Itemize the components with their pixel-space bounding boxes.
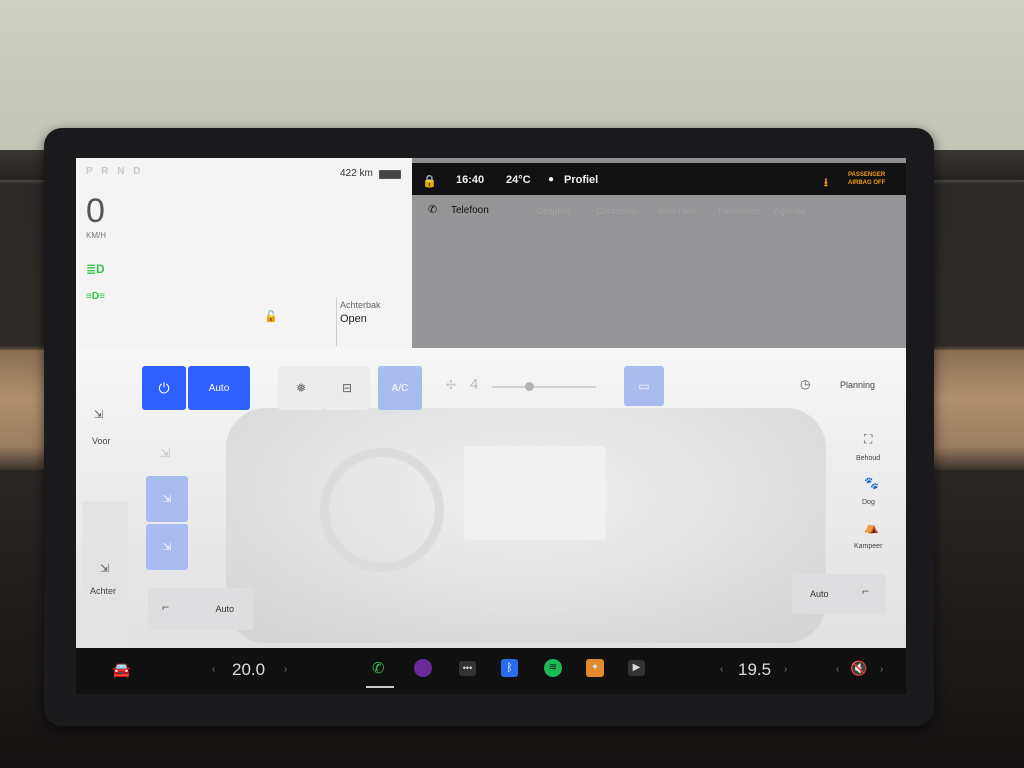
- outside-temp: 24°C: [506, 174, 531, 186]
- lock-icon[interactable]: 🔒: [422, 174, 437, 188]
- rear-zone-tab[interactable]: [82, 502, 128, 648]
- phone-tab[interactable]: Berichten: [658, 206, 696, 216]
- phone-tab[interactable]: Contacten: [596, 206, 637, 216]
- trunk-label: Achterbak: [340, 300, 381, 310]
- fan-slider-handle[interactable]: [525, 382, 534, 391]
- clock: 16:40: [456, 174, 485, 186]
- right-temp-up[interactable]: ›: [784, 664, 787, 675]
- more-apps-icon[interactable]: •••: [459, 661, 476, 676]
- keep-climate-icon[interactable]: ⛶: [864, 432, 872, 447]
- speed-value: 0: [86, 192, 105, 230]
- keep-climate-label[interactable]: Behoud: [856, 455, 880, 462]
- bottom-dock: 🚘 ‹ 20.0 › ✆ ••• ᛒ ≋ ✦ ▶ ‹ 19.5 › ‹ 🔇 ›: [76, 648, 906, 694]
- phone-icon: ✆: [428, 204, 438, 216]
- front-defrost-button[interactable]: ❅: [278, 366, 324, 410]
- right-seat-heat-label: Auto: [810, 589, 829, 599]
- trunk-status[interactable]: Open: [340, 313, 367, 325]
- right-seat-heat-button[interactable]: Auto: [792, 574, 886, 614]
- car-status-panel: P R N D 0 KM/H 422 km ≣D ≡D≡ 🔓 Achterbak…: [76, 158, 412, 348]
- ac-button[interactable]: A/C: [378, 366, 422, 410]
- climate-panel: ⏻ Auto ❅ ⊟ A/C ✣ 4 ▭ ◷ Planning ⇲ Voor ⇲…: [76, 348, 906, 648]
- left-temp-down[interactable]: ‹: [212, 664, 215, 675]
- climate-auto-button[interactable]: Auto: [188, 366, 250, 410]
- download-icon[interactable]: ⭳: [824, 174, 828, 193]
- phone-app-icon[interactable]: ✆: [372, 659, 385, 677]
- airbag-status: PASSENGER AIRBAG OFF: [848, 172, 886, 186]
- camera-icon[interactable]: [414, 659, 432, 677]
- seat-icon: ⌐: [162, 600, 170, 614]
- trunk-divider: [336, 298, 337, 346]
- phone-tab[interactable]: Favorieten: [718, 206, 761, 216]
- speed-unit: KM/H: [86, 231, 106, 240]
- parking-light-icon: ≡D≡: [86, 291, 105, 302]
- dog-mode-label[interactable]: Dog: [862, 499, 875, 506]
- profile-icon[interactable]: ●: [548, 174, 554, 185]
- planning-label[interactable]: Planning: [840, 380, 875, 390]
- car-icon[interactable]: 🚘: [112, 661, 131, 679]
- airflow-face-icon[interactable]: ⇲: [160, 446, 170, 460]
- active-app-indicator: [366, 686, 394, 688]
- clock-icon[interactable]: ◷: [800, 377, 810, 391]
- steering-wheel-image: [320, 448, 444, 572]
- volume-up[interactable]: ›: [880, 664, 883, 675]
- phone-title: Telefoon: [451, 205, 489, 216]
- dog-mode-icon[interactable]: 🐾: [864, 476, 879, 490]
- bluetooth-icon[interactable]: ᛒ: [501, 659, 518, 677]
- rear-zone-label[interactable]: Achter: [90, 586, 116, 596]
- rear-defrost-button[interactable]: ⊟: [324, 366, 370, 410]
- rear-airflow-icon[interactable]: ⇲: [100, 562, 109, 575]
- status-bar: 🔒 16:40 24°C ● Profiel ⭳ PASSENGER AIRBA…: [412, 163, 906, 195]
- airflow-body-button[interactable]: ⇲: [146, 476, 188, 522]
- camp-mode-icon[interactable]: ⛺: [864, 520, 879, 534]
- unlock-icon[interactable]: 🔓: [264, 310, 278, 323]
- airflow-feet-button[interactable]: ⇲: [146, 524, 188, 570]
- left-temp-up[interactable]: ›: [284, 664, 287, 675]
- seat-icon: ⌐: [862, 584, 870, 598]
- right-temp-down[interactable]: ‹: [720, 664, 723, 675]
- phone-tab[interactable]: Agenda: [774, 206, 805, 216]
- climate-power-button[interactable]: ⏻: [142, 366, 186, 410]
- front-airflow-icon[interactable]: ⇲: [94, 408, 103, 421]
- fan-icon: ✣: [446, 378, 457, 392]
- toybox-icon[interactable]: ✦: [586, 659, 604, 677]
- left-temp-value[interactable]: 20.0: [232, 660, 265, 680]
- left-seat-heat-label: Auto: [215, 604, 234, 614]
- phone-tab[interactable]: Gesprek: [536, 206, 570, 216]
- range-value: 422 km: [340, 168, 373, 179]
- mute-icon[interactable]: 🔇: [850, 660, 867, 677]
- right-temp-value[interactable]: 19.5: [738, 660, 771, 680]
- fan-slider-track[interactable]: [492, 386, 596, 388]
- spotify-icon[interactable]: ≋: [544, 659, 562, 677]
- volume-down[interactable]: ‹: [836, 664, 839, 675]
- screen-vent-button[interactable]: ▭: [624, 366, 664, 406]
- cabin-display-image: [464, 446, 606, 540]
- gear-selector: P R N D: [86, 166, 144, 177]
- headlight-icon: ≣D: [86, 262, 105, 276]
- touchscreen: P R N D 0 KM/H 422 km ≣D ≡D≡ 🔓 Achterbak…: [76, 158, 906, 648]
- phone-panel: ✆ Telefoon Gesprek Contacten Berichten F…: [412, 195, 906, 348]
- front-zone-label[interactable]: Voor: [92, 436, 111, 446]
- camp-mode-label[interactable]: Kampeer: [854, 543, 882, 550]
- profile-label[interactable]: Profiel: [564, 174, 598, 186]
- battery-icon: [379, 170, 401, 179]
- fan-speed-value: 4: [470, 376, 479, 393]
- theater-icon[interactable]: ▶: [628, 660, 645, 676]
